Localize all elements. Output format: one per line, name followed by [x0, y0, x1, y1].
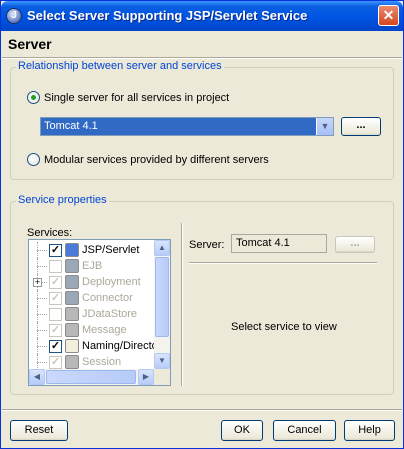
panel-divider: [181, 223, 183, 386]
server-field: Tomcat 4.1: [231, 234, 327, 253]
ejb-icon: [65, 259, 79, 273]
modular-services-option[interactable]: Modular services provided by different s…: [27, 153, 269, 166]
service-label: Message: [82, 324, 127, 336]
naming-directory-icon: [65, 339, 79, 353]
single-server-option[interactable]: Single server for all services in projec…: [27, 91, 229, 104]
tree-connector: [29, 322, 49, 338]
service-label: JDataStore: [82, 308, 138, 320]
browse-server-button[interactable]: ...: [341, 117, 381, 136]
header-divider: [2, 57, 402, 59]
close-button[interactable]: ✕: [378, 5, 399, 26]
expand-icon[interactable]: +: [33, 278, 42, 287]
tree-connector: [29, 354, 49, 370]
jdatastore-icon: [65, 307, 79, 321]
service-checkbox[interactable]: [49, 307, 62, 321]
scroll-corner: [154, 369, 170, 385]
scroll-up-icon[interactable]: ▲: [154, 240, 170, 256]
server-label: Server:: [189, 239, 225, 251]
service-checkbox[interactable]: [49, 259, 62, 273]
service-checkbox[interactable]: ✓: [49, 339, 62, 353]
service-checkbox[interactable]: ✓: [49, 243, 62, 257]
tree-connector: [29, 306, 49, 322]
service-checkbox[interactable]: ✓: [49, 323, 62, 337]
jsp-servlet-icon: [65, 243, 79, 257]
scroll-down-icon[interactable]: ▼: [154, 353, 170, 369]
tree-connector: +: [29, 274, 49, 290]
dialog-window: J Select Server Supporting JSP/Servlet S…: [0, 0, 404, 449]
tree-connector: [29, 290, 49, 306]
session-icon: [65, 355, 79, 369]
service-label: Connector: [82, 292, 133, 304]
service-item[interactable]: ✓ Naming/Directory: [29, 338, 167, 354]
scroll-right-icon[interactable]: ▶: [138, 369, 154, 385]
service-label: Deployment: [82, 276, 141, 288]
connector-icon: [65, 291, 79, 305]
service-placeholder: Select service to view: [231, 321, 337, 333]
service-item[interactable]: EJB: [29, 258, 102, 274]
service-item[interactable]: ✓ JSP/Servlet: [29, 242, 139, 258]
window-title: Select Server Supporting JSP/Servlet Ser…: [27, 8, 308, 23]
modular-services-label: Modular services provided by different s…: [44, 153, 269, 166]
deployment-icon: [65, 275, 79, 289]
app-icon: J: [6, 8, 22, 24]
server-divider: [189, 262, 377, 264]
ok-button[interactable]: OK: [221, 420, 263, 441]
service-item[interactable]: ✓ Session: [29, 354, 121, 370]
relationship-group-title: Relationship between server and services: [16, 60, 224, 72]
service-item[interactable]: + ✓ Deployment: [29, 274, 141, 290]
cancel-button[interactable]: Cancel: [273, 420, 336, 441]
footer-divider: [2, 409, 402, 411]
service-label: EJB: [82, 260, 103, 272]
services-tree[interactable]: ✓ JSP/Servlet EJB + ✓ Deployment ✓ Connector JDa…: [28, 239, 171, 386]
service-item[interactable]: ✓ Message: [29, 322, 127, 338]
scroll-left-icon[interactable]: ◀: [29, 369, 45, 385]
tree-connector: [29, 242, 49, 258]
reset-button[interactable]: Reset: [10, 420, 68, 441]
service-item[interactable]: ✓ Connector: [29, 290, 133, 306]
services-label: Services:: [27, 227, 73, 239]
horizontal-scroll-thumb[interactable]: [46, 370, 136, 384]
vertical-scrollbar[interactable]: ▲ ▼: [154, 240, 170, 369]
service-checkbox[interactable]: ✓: [49, 275, 62, 289]
server-select[interactable]: Tomcat 4.1 ▼: [40, 117, 334, 136]
chevron-down-icon[interactable]: ▼: [316, 118, 333, 135]
help-button[interactable]: Help: [344, 420, 395, 441]
server-browse-button[interactable]: ...: [335, 236, 375, 253]
single-server-label: Single server for all services in projec…: [44, 91, 230, 104]
service-properties-group-title: Service properties: [16, 194, 109, 206]
service-checkbox[interactable]: ✓: [49, 355, 62, 369]
tree-connector: [29, 258, 49, 274]
page-title: Server: [8, 36, 52, 52]
message-icon: [65, 323, 79, 337]
service-label: JSP/Servlet: [82, 244, 140, 256]
service-item[interactable]: JDataStore: [29, 306, 137, 322]
single-server-radio[interactable]: [27, 91, 40, 104]
service-label: Session: [82, 356, 122, 368]
horizontal-scrollbar[interactable]: ◀ ▶: [29, 369, 154, 385]
vertical-scroll-thumb[interactable]: [155, 257, 169, 337]
modular-services-radio[interactable]: [27, 153, 40, 166]
title-bar[interactable]: J Select Server Supporting JSP/Servlet S…: [1, 1, 403, 31]
tree-connector: [29, 338, 49, 354]
service-checkbox[interactable]: ✓: [49, 291, 62, 305]
server-select-value: Tomcat 4.1: [44, 120, 98, 132]
